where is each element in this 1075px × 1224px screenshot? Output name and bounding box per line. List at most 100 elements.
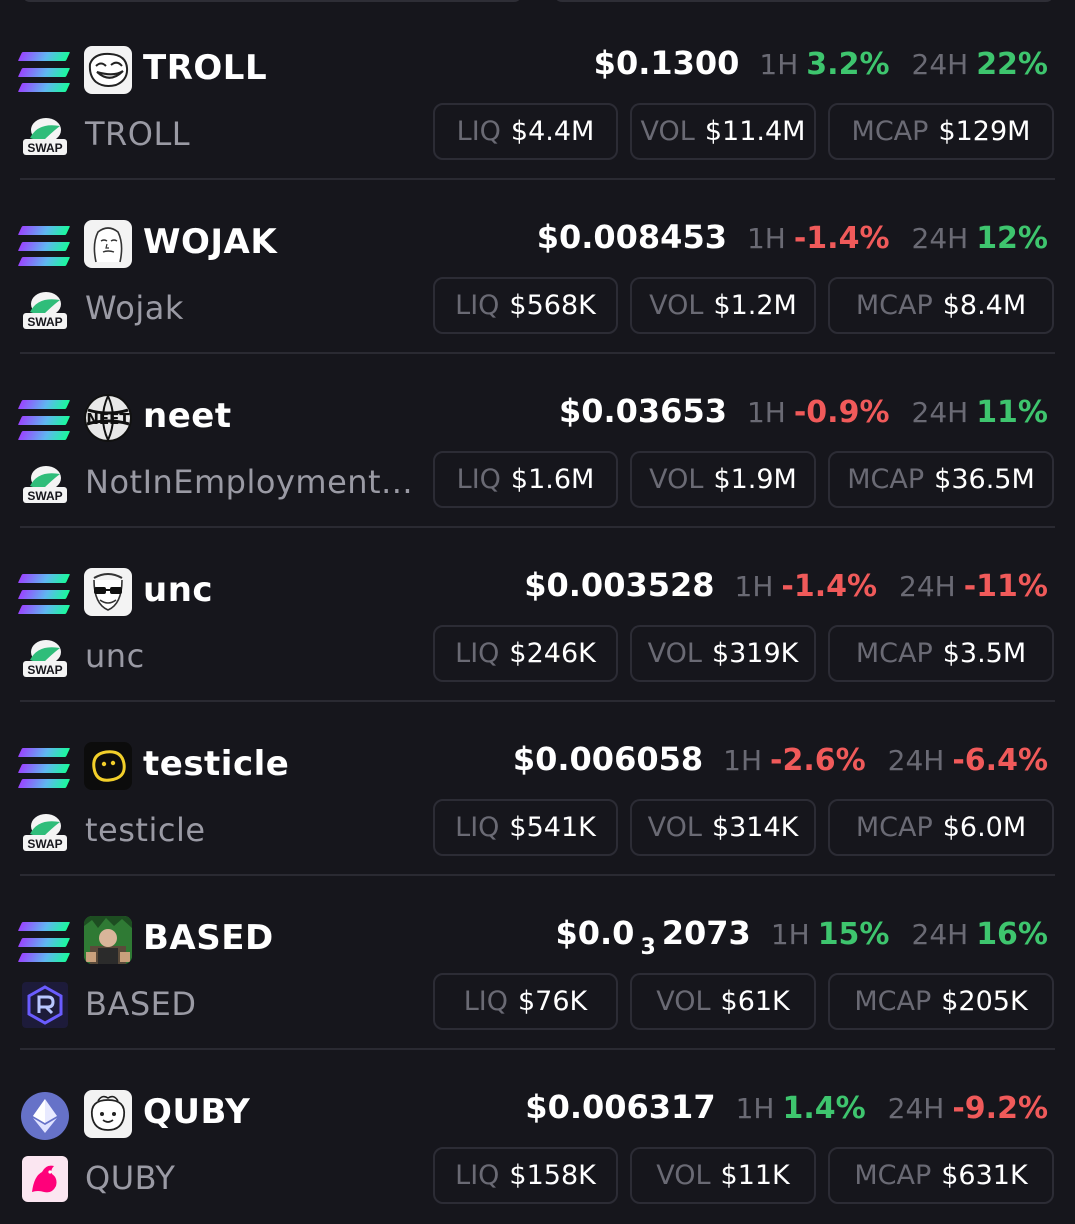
volume-pill[interactable]: VOL $314K xyxy=(630,799,816,856)
token-row-testicle[interactable]: testicle SWAP testicle $0.006058 1H -2.6… xyxy=(0,702,1075,876)
change-24h-label: 24H xyxy=(899,570,956,603)
mcap-label: MCAP xyxy=(854,1160,932,1191)
market-cap-pill[interactable]: MCAP $205K xyxy=(828,973,1054,1030)
change-1h-value: -2.6% xyxy=(770,743,866,778)
vol-label: VOL xyxy=(647,638,702,669)
price-change-group: $0.006317 1H 1.4% 24H -9.2% xyxy=(525,1088,1048,1126)
change-1h-value: -0.9% xyxy=(793,395,890,430)
solana-icon xyxy=(17,226,71,266)
uniswap-icon xyxy=(22,1156,68,1202)
liq-label: LIQ xyxy=(455,812,500,843)
raydium-icon xyxy=(22,982,68,1028)
volume-pill[interactable]: VOL $61K xyxy=(630,973,816,1030)
token-price: $0.008453 xyxy=(536,218,727,256)
token-row-troll[interactable]: TROLL SWAP TROLL $0.1300 1H 3.2% 24H 22%… xyxy=(0,6,1075,180)
change-1h-label: 1H xyxy=(723,744,762,777)
token-name: testicle xyxy=(85,811,206,849)
vol-label: VOL xyxy=(649,290,704,321)
change-24h-label: 24H xyxy=(911,222,969,255)
change-24h-value: 11% xyxy=(976,395,1048,430)
volume-pill[interactable]: VOL $319K xyxy=(630,625,816,682)
vol-label: VOL xyxy=(649,464,704,495)
change-24h-value: 22% xyxy=(976,47,1048,82)
liquidity-pill[interactable]: LIQ $246K xyxy=(433,625,618,682)
mcap-value: $129M xyxy=(938,116,1031,147)
volume-pill[interactable]: VOL $11K xyxy=(630,1147,816,1204)
liq-value: $246K xyxy=(509,638,596,669)
mcap-label: MCAP xyxy=(851,116,929,147)
vol-value: $11.4M xyxy=(704,116,806,147)
token-symbol: testicle xyxy=(143,744,290,784)
mcap-value: $3.5M xyxy=(942,638,1027,669)
liquidity-pill[interactable]: LIQ $158K xyxy=(433,1147,618,1204)
liquidity-pill[interactable]: LIQ $4.4M xyxy=(433,103,618,160)
change-24h-label: 24H xyxy=(887,1092,945,1125)
swap-icon: SWAP xyxy=(22,286,68,332)
token-price: $0.006317 xyxy=(525,1088,716,1126)
token-row-unc[interactable]: unc SWAP unc $0.003528 1H -1.4% 24H -11%… xyxy=(0,528,1075,702)
change-1h-value: 3.2% xyxy=(806,47,890,82)
price-suffix: 2073 xyxy=(661,914,751,952)
liq-label: LIQ xyxy=(455,1160,500,1191)
price-change-group: $0.008453 1H -1.4% 24H 12% xyxy=(537,218,1048,256)
price-change-group: $0.1300 1H 3.2% 24H 22% xyxy=(594,44,1048,82)
change-1h-label: 1H xyxy=(734,570,774,603)
volume-pill[interactable]: VOL $11.4M xyxy=(630,103,816,160)
price-change-group: $0.0 3 2073 1H 15% 24H 16% xyxy=(555,914,1048,960)
token-symbol: WOJAK xyxy=(143,222,278,262)
market-cap-pill[interactable]: MCAP $129M xyxy=(828,103,1054,160)
liq-value: $568K xyxy=(509,290,596,321)
svg-text:SWAP: SWAP xyxy=(27,663,62,677)
vol-value: $314K xyxy=(711,812,799,843)
market-cap-pill[interactable]: MCAP $6.0M xyxy=(828,799,1054,856)
change-24h-label: 24H xyxy=(911,48,969,81)
vol-label: VOL xyxy=(640,116,695,147)
change-1h-label: 1H xyxy=(746,396,786,429)
volume-pill[interactable]: VOL $1.9M xyxy=(630,451,816,508)
market-cap-pill[interactable]: MCAP $8.4M xyxy=(828,277,1054,334)
token-price: $0.003528 xyxy=(524,566,715,604)
volume-pill[interactable]: VOL $1.2M xyxy=(630,277,816,334)
top-card-right-edge xyxy=(554,0,1054,2)
market-cap-pill[interactable]: MCAP $36.5M xyxy=(828,451,1054,508)
token-symbol: QUBY xyxy=(143,1092,251,1132)
mcap-label: MCAP xyxy=(847,464,925,495)
change-1h-value: -1.4% xyxy=(793,221,890,256)
change-1h-label: 1H xyxy=(746,222,786,255)
token-row-quby[interactable]: QUBY QUBY $0.006317 1H 1.4% 24H -9.2% LI… xyxy=(0,1050,1075,1224)
token-price: $0.03653 xyxy=(558,392,727,430)
token-row-based[interactable]: BASED BASED $0.0 3 2073 1H 15% 24H 16% LIQ… xyxy=(0,876,1075,1050)
ethereum-icon xyxy=(21,1092,69,1140)
vol-label: VOL xyxy=(656,986,711,1017)
change-24h-label: 24H xyxy=(911,396,969,429)
price-change-group: $0.003528 1H -1.4% 24H -11% xyxy=(524,566,1048,604)
liquidity-pill[interactable]: LIQ $1.6M xyxy=(433,451,618,508)
token-price: $0.1300 xyxy=(593,44,740,82)
liq-label: LIQ xyxy=(455,638,500,669)
market-cap-pill[interactable]: MCAP $631K xyxy=(828,1147,1054,1204)
mcap-label: MCAP xyxy=(855,290,933,321)
token-row-wojak[interactable]: WOJAK SWAP Wojak $0.008453 1H -1.4% 24H … xyxy=(0,180,1075,354)
liquidity-pill[interactable]: LIQ $76K xyxy=(433,973,618,1030)
token-row-neet[interactable]: NEET neet SWAP NotInEmployment... $0.036… xyxy=(0,354,1075,528)
token-symbol: neet xyxy=(143,396,232,436)
testicle-blob-icon xyxy=(84,742,132,790)
token-name: Wojak xyxy=(85,289,184,327)
token-name: QUBY xyxy=(85,1159,176,1197)
market-cap-pill[interactable]: MCAP $3.5M xyxy=(828,625,1054,682)
vol-value: $61K xyxy=(720,986,790,1017)
change-24h-value: -11% xyxy=(963,569,1048,604)
liq-label: LIQ xyxy=(463,986,508,1017)
change-1h-label: 1H xyxy=(759,48,799,81)
change-1h-value: -1.4% xyxy=(781,569,878,604)
mcap-label: MCAP xyxy=(855,812,933,843)
vol-value: $1.9M xyxy=(713,464,797,495)
solana-icon xyxy=(17,748,71,788)
price-prefix: $0.0 xyxy=(555,914,635,952)
liquidity-pill[interactable]: LIQ $568K xyxy=(433,277,618,334)
change-1h-label: 1H xyxy=(770,918,810,951)
mcap-value: $205K xyxy=(941,986,1028,1017)
svg-text:SWAP: SWAP xyxy=(27,837,62,851)
top-card-left-edge xyxy=(22,0,522,2)
liquidity-pill[interactable]: LIQ $541K xyxy=(433,799,618,856)
